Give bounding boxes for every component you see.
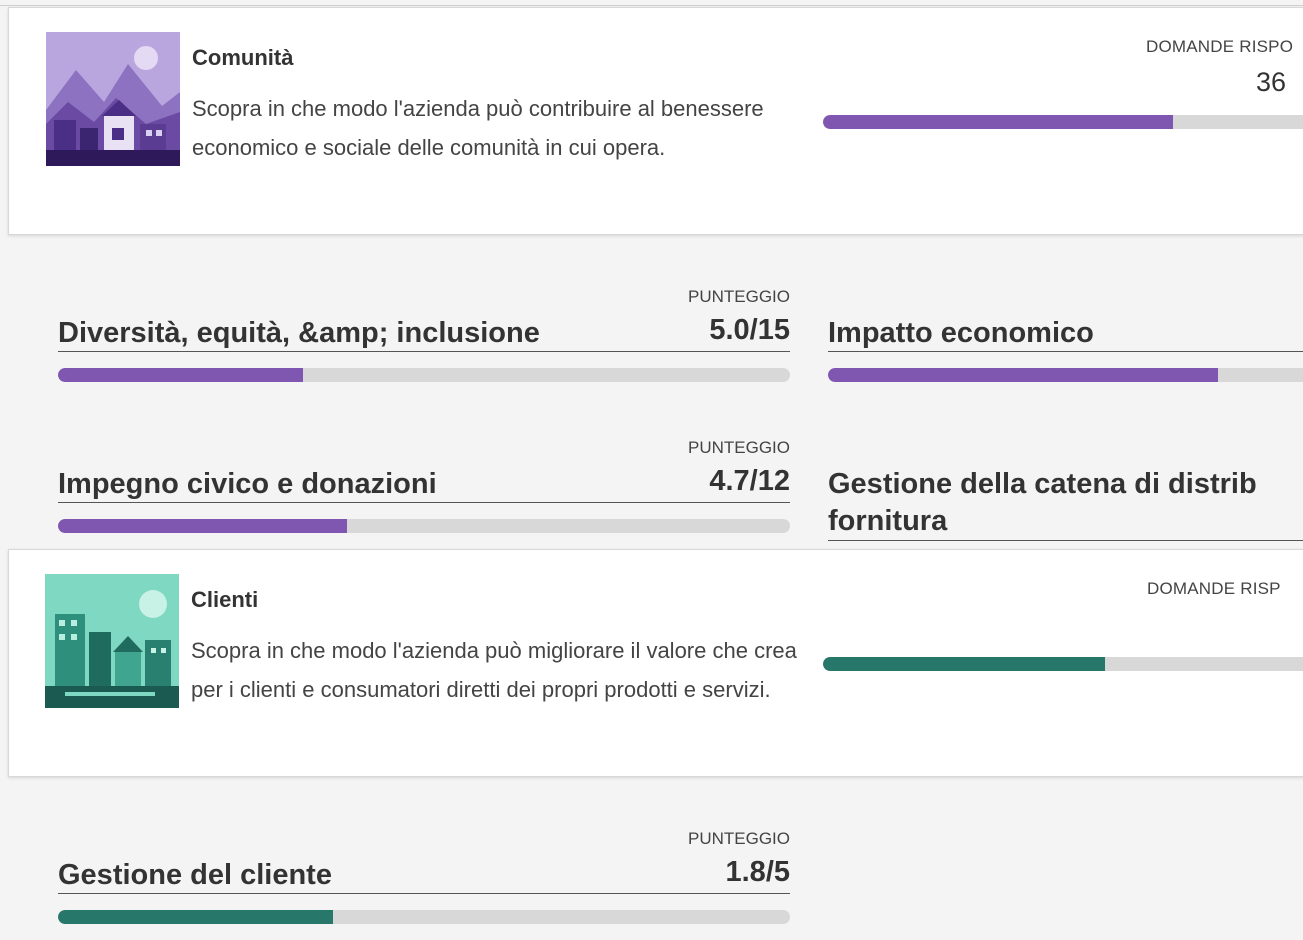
metric-bar-civic-engagement	[58, 519, 790, 533]
page-top-divider	[0, 5, 1303, 6]
answered-questions-label: DOMANDE RISPO	[1146, 37, 1294, 56]
metric-score-diversity: 5.0/15	[709, 314, 790, 346]
metric-title-diversity[interactable]: Diversità, equità, &amp; inclusione	[58, 317, 540, 350]
metric-bar-diversity	[58, 368, 790, 382]
answered-questions-label: DOMANDE RISP	[1147, 579, 1281, 598]
divider	[58, 893, 790, 894]
metric-bar-customer-stewardship	[58, 910, 790, 924]
metric-bar-economic-impact	[828, 368, 1303, 382]
answered-questions-value: 36	[1256, 67, 1287, 97]
metric-score-civic-engagement: 4.7/12	[709, 465, 790, 497]
communities-progress-bar	[823, 115, 1303, 129]
metric-bar-fill	[828, 368, 1218, 382]
metric-title-customer-stewardship[interactable]: Gestione del cliente	[58, 859, 332, 892]
impact-area-card-customers[interactable]: Clienti Scopra in che modo l'azienda può…	[8, 549, 1303, 777]
metric-title-economic-impact[interactable]: Impatto economico	[828, 317, 1094, 350]
divider	[58, 351, 790, 352]
divider	[828, 351, 1303, 352]
metric-title-supply-chain-line2[interactable]: fornitura	[828, 505, 947, 538]
village-illustration	[46, 32, 180, 166]
communities-progress-fill	[823, 115, 1173, 129]
divider	[58, 502, 790, 503]
card-title: Clienti	[191, 587, 259, 612]
divider	[828, 540, 1303, 541]
customers-progress-bar	[823, 657, 1303, 671]
metric-title-supply-chain[interactable]: Gestione della catena di distrib	[828, 468, 1257, 501]
card-title: Comunità	[192, 45, 294, 70]
metric-bar-fill	[58, 519, 348, 533]
card-description: Scopra in che modo l'azienda può miglior…	[191, 638, 797, 702]
metric-bar-fill	[58, 910, 333, 924]
impact-area-card-communities[interactable]: Comunità Scopra in che modo l'azienda pu…	[8, 7, 1303, 235]
score-label: PUNTEGGIO	[687, 438, 790, 457]
city-illustration	[45, 574, 179, 708]
metric-bar-fill	[58, 368, 304, 382]
score-label: PUNTEGGIO	[687, 829, 790, 848]
metric-title-civic-engagement[interactable]: Impegno civico e donazioni	[58, 468, 437, 501]
score-label: PUNTEGGIO	[687, 287, 790, 306]
card-description: Scopra in che modo l'azienda può contrib…	[192, 96, 764, 160]
metric-score-customer-stewardship: 1.8/5	[725, 856, 791, 888]
customers-progress-fill	[823, 657, 1105, 671]
